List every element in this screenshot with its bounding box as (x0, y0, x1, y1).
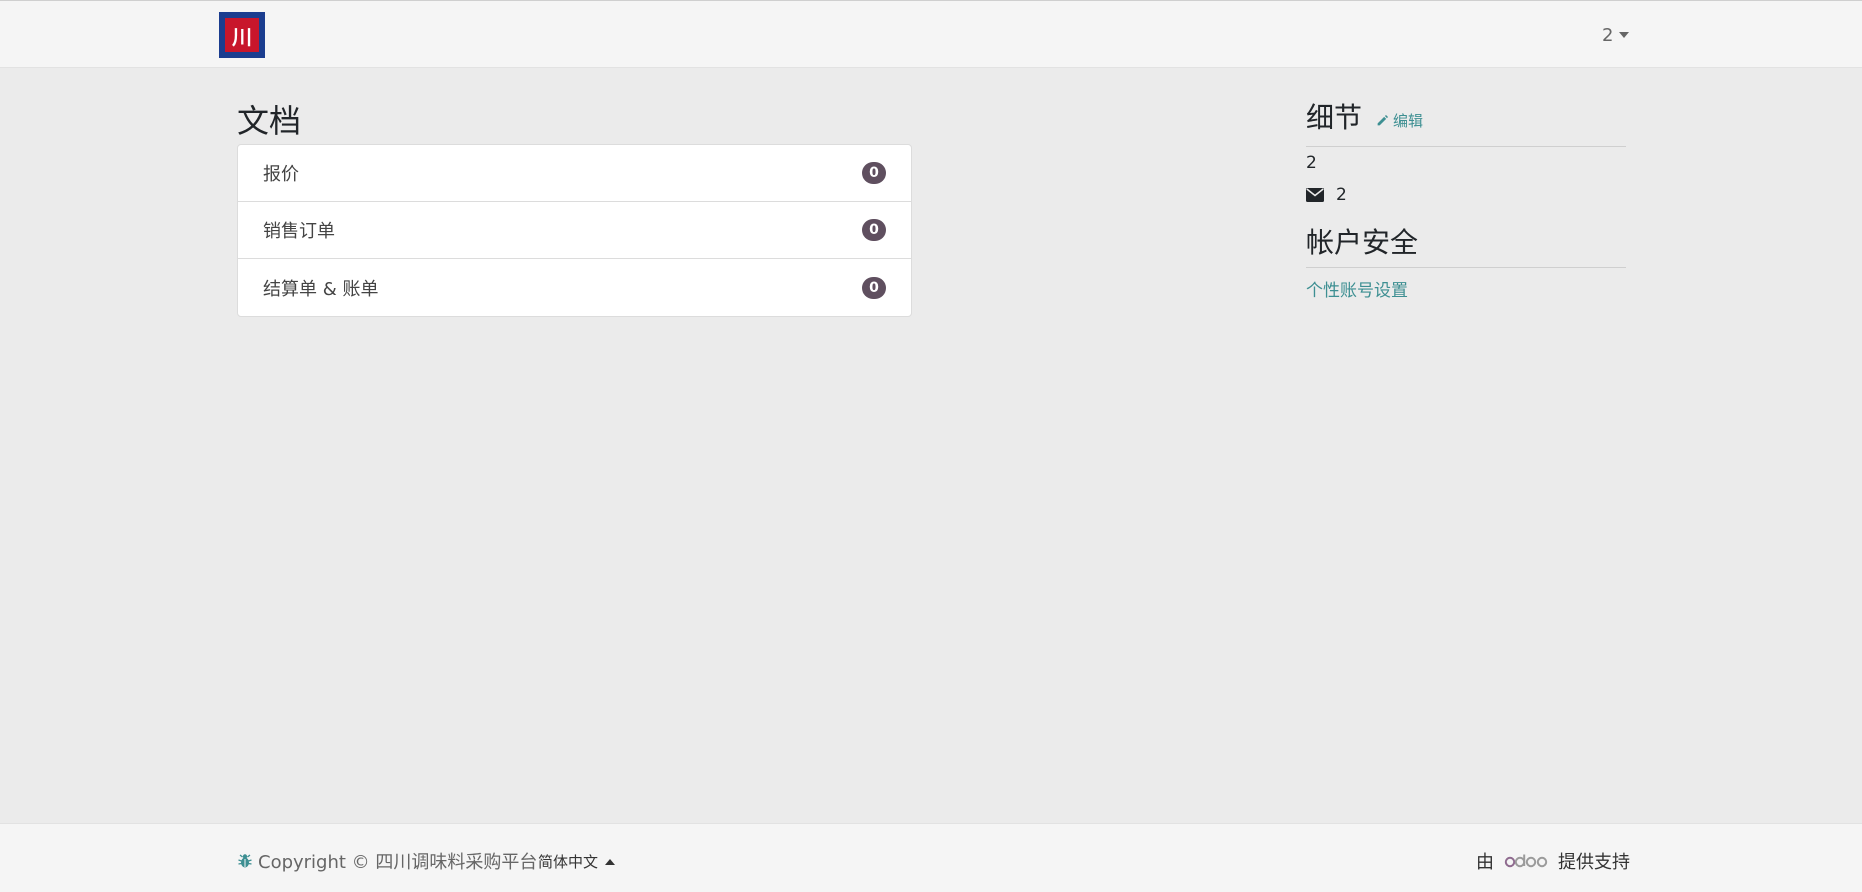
top-navbar: 川 2 (0, 0, 1862, 68)
odoo-logo-mark (1504, 854, 1548, 868)
documents-heading: 文档 (237, 102, 302, 140)
count-badge: 0 (862, 219, 886, 241)
language-label: 简体中文 (538, 853, 599, 871)
documents-item-label: 结算单 & 账单 (263, 278, 379, 300)
documents-item-label: 报价 (263, 164, 299, 185)
chevron-down-icon (1619, 32, 1630, 38)
envelope-icon (1306, 188, 1324, 202)
contact-email: 2 (1336, 185, 1347, 205)
edit-label: 编辑 (1393, 112, 1424, 130)
chevron-up-icon (605, 858, 616, 865)
pencil-icon (1377, 114, 1389, 126)
edit-details-link[interactable]: 编辑 (1376, 110, 1423, 131)
powered-by-suffix: 提供支持 (1558, 852, 1630, 873)
bug-icon[interactable] (237, 853, 253, 869)
documents-item-quotations[interactable]: 报价 0 (238, 145, 911, 202)
documents-list: 报价 0 销售订单 0 结算单 & 账单 0 (237, 144, 912, 317)
details-panel: 细节 编辑 2 2 帐户安全 个性账号设置 (1306, 96, 1626, 301)
user-menu-label: 2 (1602, 24, 1614, 46)
contact-email-row: 2 (1306, 185, 1626, 205)
documents-item-sales-orders[interactable]: 销售订单 0 (238, 202, 911, 259)
account-security-heading: 帐户安全 (1306, 221, 1626, 268)
footer: Copyright © 四川调味料采购平台 简体中文 由 提供支持 (0, 823, 1862, 892)
documents-item-invoices[interactable]: 结算单 & 账单 0 (238, 259, 911, 316)
account-settings-link[interactable]: 个性账号设置 (1306, 276, 1626, 301)
brand-logo[interactable]: 川 (219, 12, 265, 58)
contact-name: 2 (1306, 153, 1317, 173)
copyright: Copyright © 四川调味料采购平台 (237, 848, 537, 874)
details-heading: 细节 (1306, 101, 1363, 134)
user-menu-toggle[interactable]: 2 (1602, 23, 1630, 47)
odoo-logo[interactable] (1504, 853, 1548, 869)
powered-by: 由 提供支持 (1476, 848, 1630, 874)
details-header: 细节 编辑 (1306, 96, 1626, 147)
brand-logo-mark: 川 (225, 18, 259, 52)
copyright-text: Copyright © 四川调味料采购平台 (258, 852, 538, 873)
documents-item-label: 销售订单 (263, 221, 335, 242)
count-badge: 0 (862, 276, 886, 299)
language-selector[interactable]: 简体中文 (538, 851, 616, 872)
count-badge: 0 (862, 162, 886, 184)
powered-by-prefix: 由 (1476, 852, 1494, 873)
